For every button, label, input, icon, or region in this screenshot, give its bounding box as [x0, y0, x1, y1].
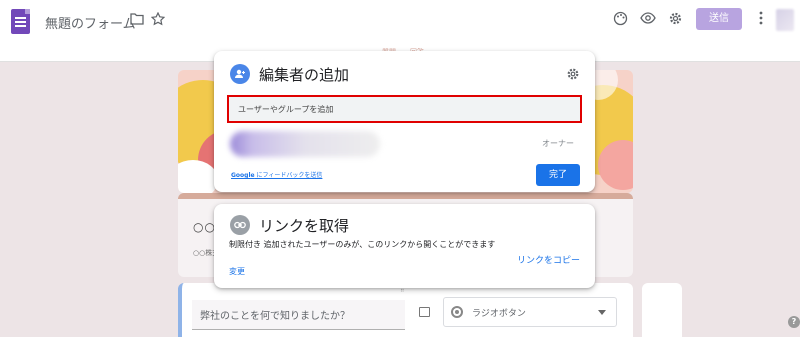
top-bar: 無題のフォーム 送信 — [0, 0, 800, 44]
radio-button-icon — [451, 306, 463, 318]
chevron-down-icon — [598, 310, 606, 315]
palette-icon[interactable] — [613, 11, 628, 30]
link-icon — [230, 215, 250, 235]
feedback-text: にフィードバックを送信 — [254, 172, 323, 179]
feedback-link[interactable]: Google にフィードバックを送信 — [231, 170, 322, 179]
done-button[interactable]: 完了 — [536, 164, 580, 186]
copy-link-button[interactable]: リンクをコピー — [517, 253, 580, 266]
more-vert-icon[interactable] — [759, 11, 763, 29]
owner-account-redacted — [230, 131, 380, 157]
send-button[interactable]: 送信 — [696, 8, 742, 30]
add-person-icon — [230, 64, 250, 84]
forms-icon[interactable] — [11, 9, 30, 34]
owner-role-label: オーナー — [542, 139, 574, 148]
question-type-label: ラジオボタン — [472, 309, 526, 319]
image-icon[interactable] — [419, 307, 430, 317]
sharing-settings-icon[interactable] — [566, 66, 580, 85]
star-icon[interactable] — [150, 11, 166, 30]
eye-icon[interactable] — [640, 12, 656, 28]
change-access-link[interactable]: 変更 — [229, 266, 245, 277]
question-type-select[interactable] — [443, 297, 617, 327]
add-editors-title: 編集者の追加 — [259, 66, 350, 84]
add-people-input[interactable] — [231, 99, 578, 119]
folder-icon[interactable] — [130, 13, 144, 29]
drag-handle-icon[interactable]: ⠿ — [400, 287, 405, 294]
help-icon[interactable]: ? — [788, 316, 800, 328]
add-people-field-highlight — [227, 95, 582, 123]
form-card-title[interactable]: ○○ — [193, 220, 216, 234]
gear-icon[interactable] — [668, 11, 683, 30]
question-title-text: 弊社のことを何で知りましたか？ — [200, 311, 350, 322]
floating-toolbar — [642, 283, 682, 337]
form-title[interactable]: 無題のフォーム — [45, 13, 136, 32]
get-link-title: リンクを取得 — [259, 217, 350, 235]
feedback-brand: Google — [231, 172, 255, 179]
link-access-description: 制限付き 追加されたユーザーのみが、このリンクから開くことができます — [229, 240, 496, 249]
avatar[interactable] — [776, 9, 794, 31]
